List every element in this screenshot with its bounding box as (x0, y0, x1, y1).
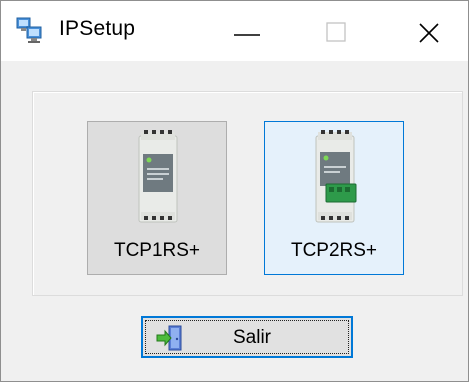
din-rail-module-green-connector-icon (300, 128, 370, 228)
app-window: IPSetup TCP1RS+ TCP2RS+ Salir (0, 0, 469, 382)
device-label: TCP1RS+ (113, 240, 201, 261)
exit-button[interactable]: Salir (141, 316, 353, 358)
exit-button-label: Salir (232, 327, 271, 348)
client-area: TCP1RS+ TCP2RS+ Salir (1, 61, 468, 381)
close-button[interactable] (383, 1, 469, 61)
din-rail-module-icon (123, 128, 193, 228)
minimize-button[interactable] (207, 1, 297, 61)
window-title: IPSetup (59, 17, 136, 40)
title-bar[interactable]: IPSetup (1, 1, 468, 61)
minimize-icon (234, 34, 260, 36)
maximize-icon (326, 22, 346, 42)
close-icon (419, 23, 439, 43)
device-button-tcp2rs[interactable]: TCP2RS+ (264, 121, 404, 275)
network-computers-icon (15, 15, 45, 45)
device-button-tcp1rs[interactable]: TCP1RS+ (87, 121, 227, 275)
maximize-button[interactable] (293, 1, 383, 61)
device-label: TCP2RS+ (290, 240, 378, 261)
